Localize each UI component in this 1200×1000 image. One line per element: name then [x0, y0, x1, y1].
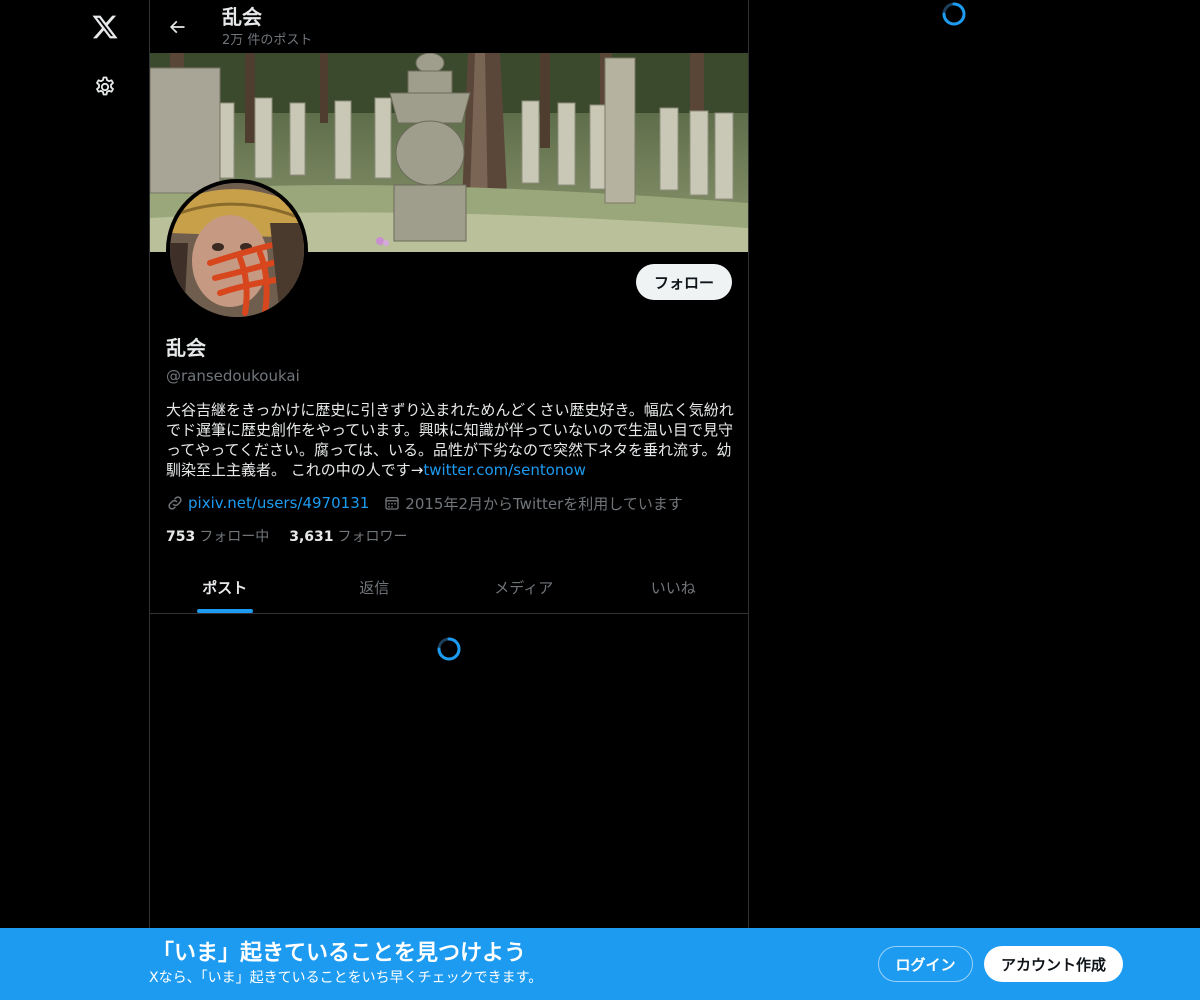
gear-glyph [96, 76, 114, 96]
followers-label: フォロワー [337, 529, 408, 545]
login-button[interactable]: ログイン [878, 946, 973, 982]
user-handle: @ransedoukoukai [166, 367, 300, 385]
x-logo-icon[interactable] [88, 10, 122, 44]
calendar-icon [385, 497, 399, 510]
loading-spinner-icon [942, 2, 966, 26]
tab-media[interactable]: メディア [449, 561, 599, 613]
link-icon [168, 496, 182, 510]
following-count: 753 [166, 529, 196, 545]
arrow-left-icon [169, 20, 185, 34]
follow-button[interactable]: フォロー [635, 264, 732, 300]
loading-spinner-icon [437, 637, 461, 661]
tab-label: メディア [494, 578, 554, 597]
tab-likes[interactable]: いいね [599, 561, 749, 613]
joined-date: 2015年2月からTwitterを利用しています [405, 494, 683, 513]
signup-button[interactable]: アカウント作成 [984, 946, 1123, 982]
website-item: pixiv.net/users/4970131 [166, 494, 369, 512]
back-button[interactable] [162, 12, 192, 42]
avatar[interactable] [166, 179, 308, 321]
avatar-image [170, 183, 304, 317]
profile-column: 乱会 2万 件のポスト フォロー 乱会 @ransedoukoukai 大谷吉継… [149, 0, 749, 1000]
follow-counts: 753 フォロー中 3,631 フォロワー [166, 526, 428, 546]
tab-posts[interactable]: ポスト [150, 561, 300, 613]
profile-meta: pixiv.net/users/4970131 2015年2月からTwitter… [166, 493, 697, 513]
profile-tabs: ポスト 返信 メディア いいね [150, 561, 748, 614]
following-label: フォロー中 [199, 529, 270, 545]
tab-replies[interactable]: 返信 [300, 561, 450, 613]
profile-bio: 大谷吉継をきっかけに歴史に引きずり込まれためんどくさい歴史好き。幅広く気紛れでド… [166, 400, 736, 480]
followers-count: 3,631 [289, 529, 334, 545]
active-tab-indicator [196, 609, 253, 613]
tab-label: 返信 [359, 578, 390, 597]
tab-label: ポスト [202, 578, 248, 597]
website-link[interactable]: pixiv.net/users/4970131 [188, 494, 369, 512]
profile-header-bar: 乱会 2万 件のポスト [150, 0, 748, 53]
login-banner-title: 「いま」起きていることを見つけよう [152, 941, 527, 966]
followers-link[interactable]: 3,631 フォロワー [289, 526, 407, 546]
left-nav [0, 0, 150, 1000]
bio-link[interactable]: twitter.com/sentonow [423, 461, 586, 479]
x-logo-glyph [92, 15, 118, 39]
tab-label: いいね [650, 578, 696, 597]
header-title: 乱会 [222, 5, 262, 29]
login-banner-subtitle: Xなら、「いま」起きていることをいち早くチェックできます。 [149, 970, 543, 986]
display-name: 乱会 [166, 336, 206, 360]
gear-icon[interactable] [89, 71, 121, 103]
login-banner: 「いま」起きていることを見つけよう Xなら、「いま」起きていることをいち早くチェ… [0, 928, 1200, 1000]
following-link[interactable]: 753 フォロー中 [166, 526, 269, 546]
joined-item: 2015年2月からTwitterを利用しています [383, 493, 683, 514]
post-count: 2万 件のポスト [222, 33, 313, 48]
